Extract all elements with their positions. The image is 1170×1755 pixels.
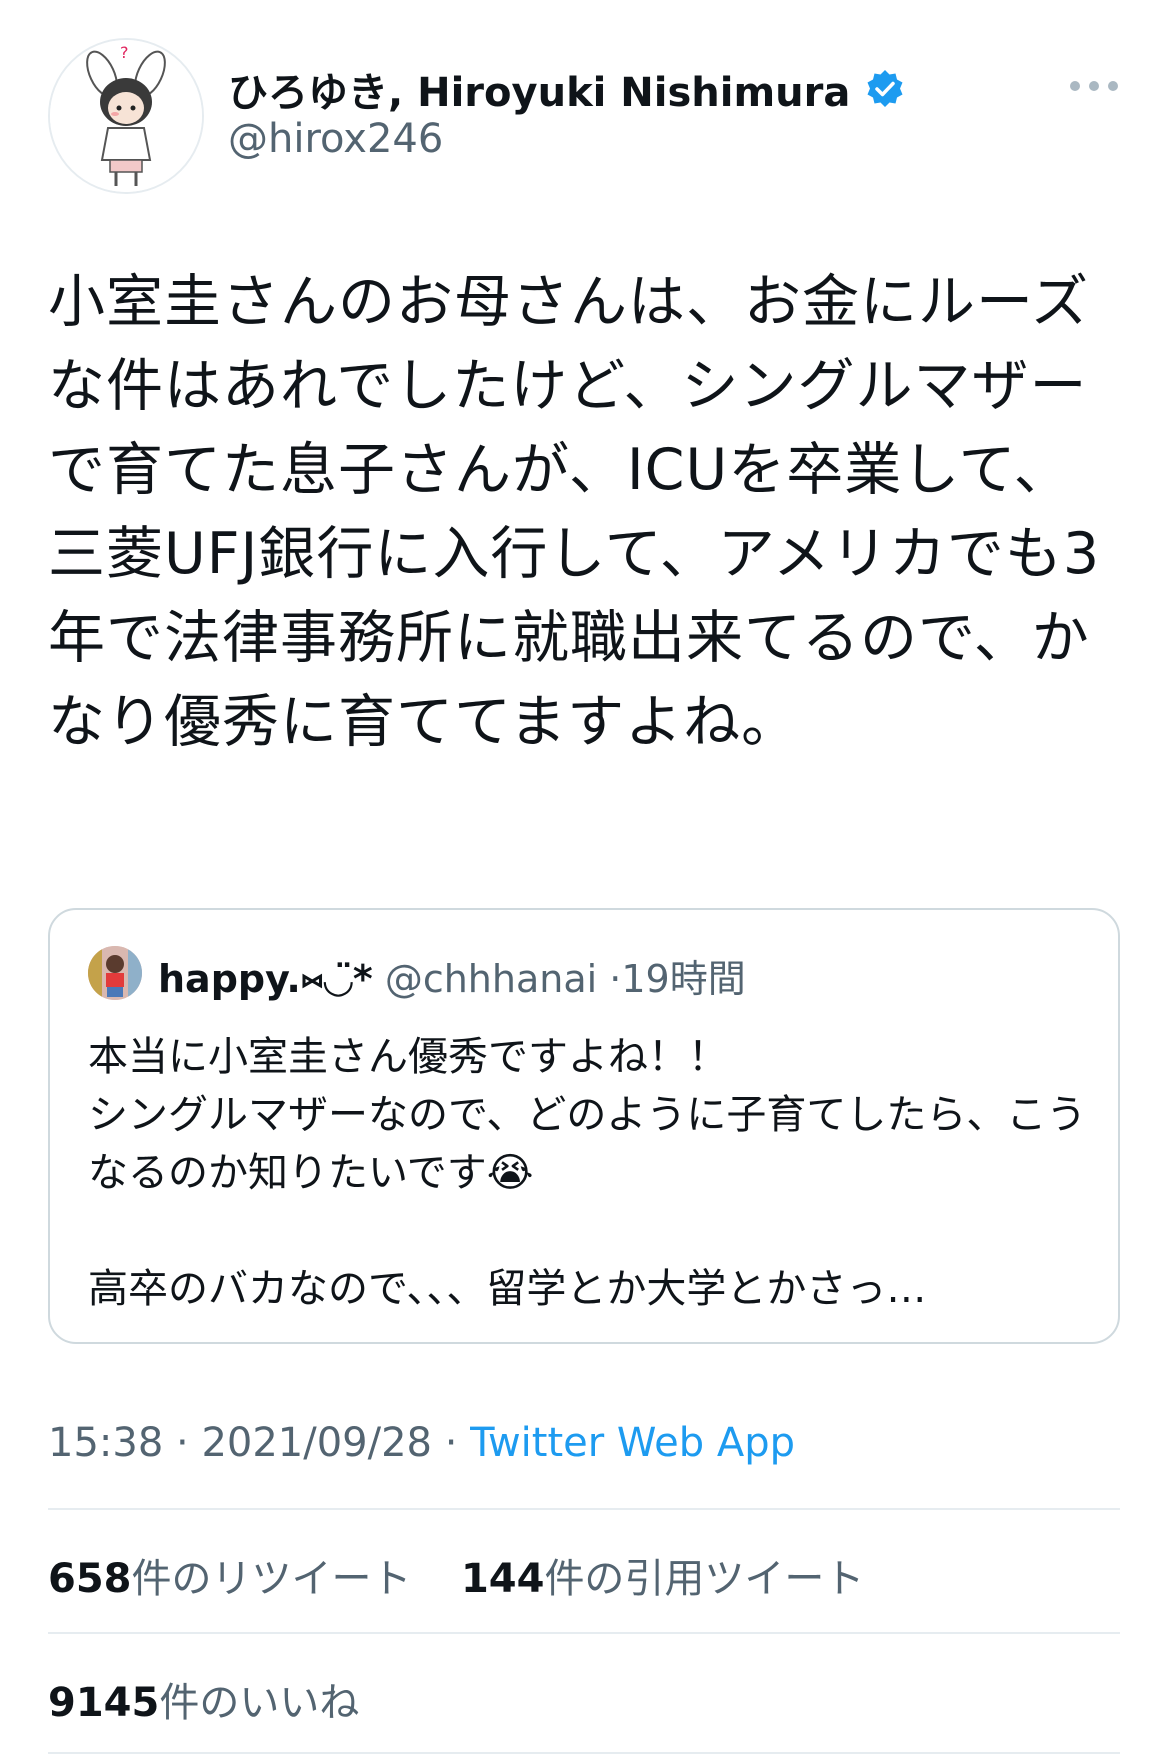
quoted-author-avatar[interactable] xyxy=(88,946,142,1000)
quotes-label: 件の引用ツイート xyxy=(544,1556,865,1602)
svg-text:?: ? xyxy=(120,43,129,62)
divider xyxy=(48,1752,1120,1754)
likes-stats: 9145件のいいね xyxy=(48,1670,359,1728)
likes-count: 9145 xyxy=(48,1680,160,1726)
retweets-link[interactable]: 658件のリツイート xyxy=(48,1556,412,1602)
tweet-timestamp: 15:38 · 2021/09/28 · Twitter Web App xyxy=(48,1420,795,1466)
likes-label: 件のいいね xyxy=(159,1680,360,1726)
quoted-separator: · xyxy=(609,957,622,1001)
author-handle[interactable]: @hirox246 xyxy=(228,116,443,162)
likes-link[interactable]: 9145件のいいね xyxy=(48,1680,359,1726)
retweets-label: 件のリツイート xyxy=(131,1556,412,1602)
ts-separator-2: · xyxy=(444,1420,458,1466)
quoted-time[interactable]: 19時間 xyxy=(621,957,745,1001)
quoted-meta: @chhhanai ·19時間 xyxy=(385,957,746,1001)
quoted-avatar-photo-icon xyxy=(88,946,142,1000)
tweet-time[interactable]: 15:38 xyxy=(48,1420,163,1466)
divider xyxy=(48,1632,1120,1634)
retweet-stats: 658件のリツイート 144件の引用ツイート xyxy=(48,1546,864,1604)
tweet-source-app[interactable]: Twitter Web App xyxy=(470,1420,795,1466)
more-options-icon[interactable] xyxy=(1070,66,1118,106)
verified-badge-icon xyxy=(864,68,906,110)
author-avatar[interactable]: ? xyxy=(48,38,204,194)
author-display-name[interactable]: ひろゆき, Hiroyuki Nishimura xyxy=(228,60,850,118)
avatar-illustration-icon: ? xyxy=(50,40,202,192)
quotes-count: 144 xyxy=(460,1556,545,1602)
retweets-count: 658 xyxy=(48,1556,132,1602)
tweet-text: 小室圭さんのお母さんは、お金にルーズな件はあれでしたけど、シングルマザーで育てた… xyxy=(48,269,1101,755)
quoted-author-handle[interactable]: @chhhanai xyxy=(385,957,597,1001)
tweet-date[interactable]: 2021/09/28 xyxy=(201,1420,432,1466)
quoted-tweet-header: happy.⑅◡̈* @chhhanai ·19時間 xyxy=(158,948,746,1003)
ts-separator-1: · xyxy=(176,1420,189,1466)
quoted-tweet-text: 本当に小室圭さん優秀ですよね！！ シングルマザーなので、どのように子育てしたら、… xyxy=(88,1034,1087,1312)
quotes-link[interactable]: 144件の引用ツイート xyxy=(461,1556,865,1602)
quoted-author-name[interactable]: happy.⑅◡̈* xyxy=(158,957,373,1001)
divider xyxy=(48,1508,1120,1510)
author-name[interactable]: ひろゆき, Hiroyuki Nishimura xyxy=(228,60,906,118)
